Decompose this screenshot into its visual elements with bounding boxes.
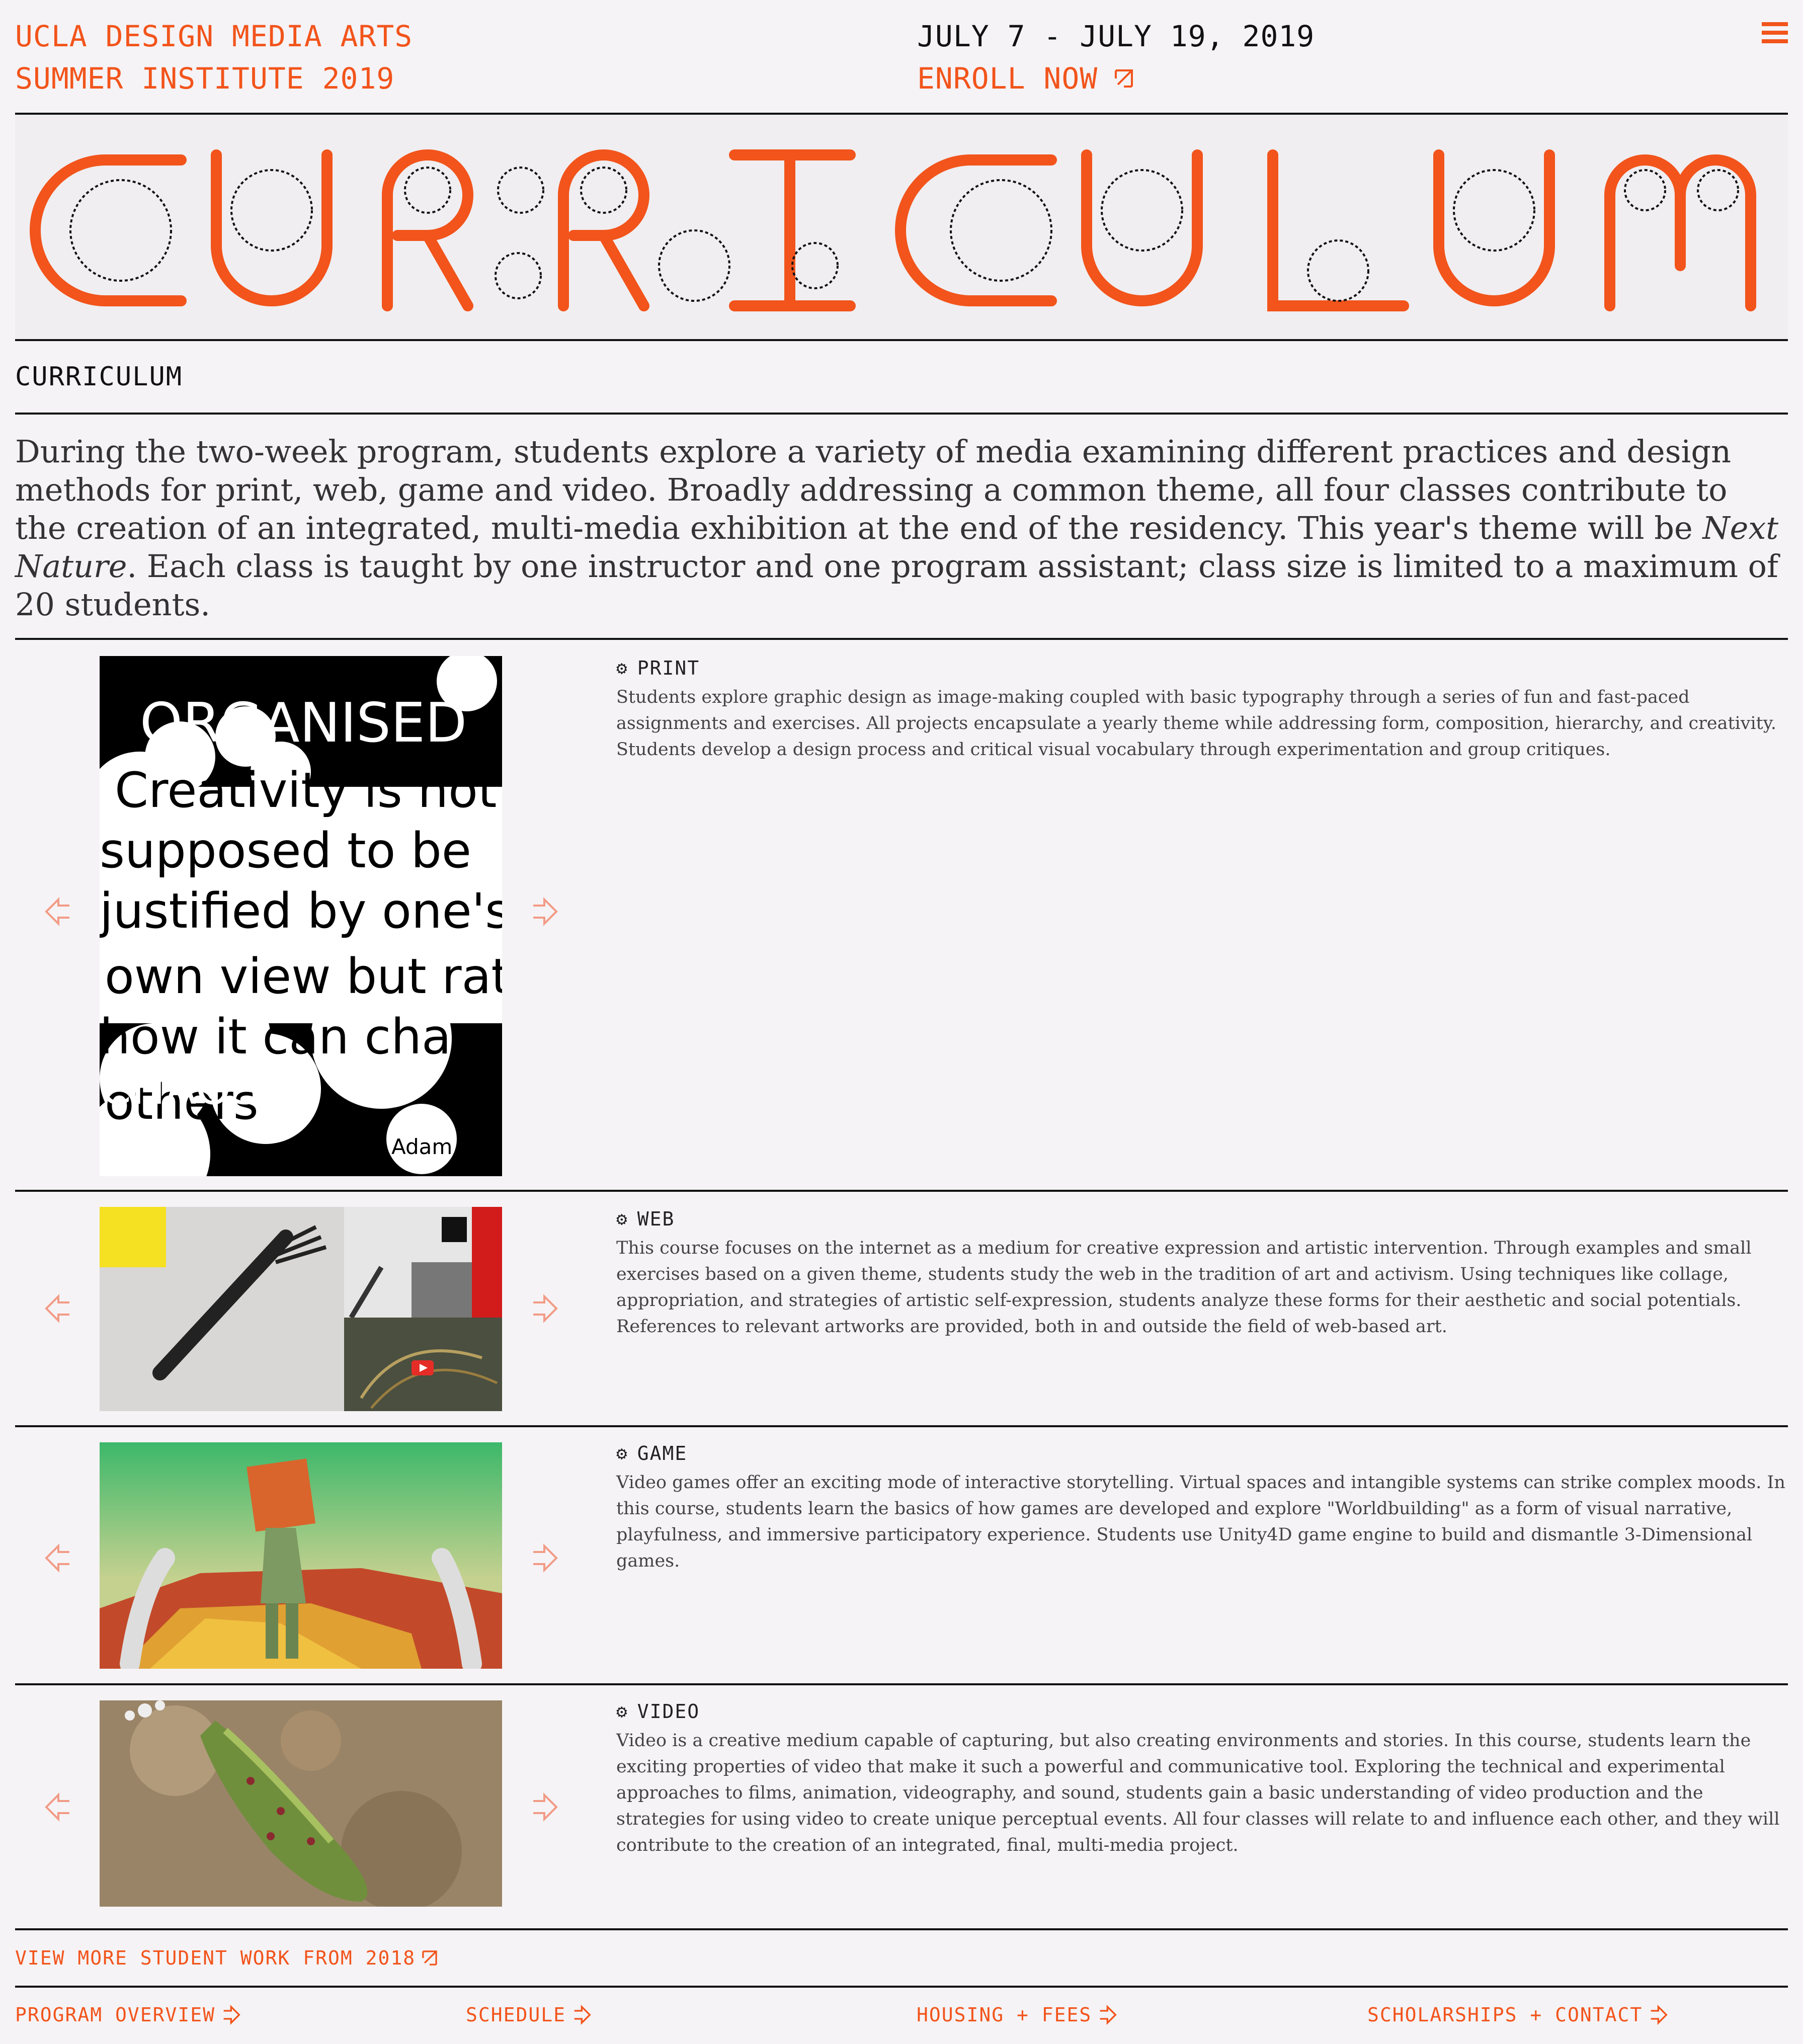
poster-text-line4: own view but rat bbox=[105, 948, 502, 1005]
arrow-right-icon bbox=[1651, 2005, 1668, 2025]
game-info: ⚙ GAME Video games offer an exciting mod… bbox=[616, 1442, 1788, 1574]
nav-scholarships-contact[interactable]: SCHOLARSHIPS + CONTACT bbox=[1367, 2004, 1668, 2026]
intro-text-after: . Each class is taught by one instructor… bbox=[15, 548, 1778, 623]
course-description: This course focuses on the internet as a… bbox=[616, 1238, 1752, 1337]
course-game: ⚙ GAME Video games offer an exciting mod… bbox=[15, 1427, 1788, 1685]
nav-housing-fees[interactable]: HOUSING + FEES bbox=[917, 2004, 1117, 2026]
arrow-left-icon[interactable] bbox=[44, 1792, 74, 1822]
external-link-icon bbox=[422, 1950, 437, 1966]
intro-paragraph: During the two-week program, students ex… bbox=[15, 415, 1788, 638]
arrow-left-icon[interactable] bbox=[44, 1293, 74, 1324]
poster-text-top: ORGANISED bbox=[140, 692, 467, 755]
course-name-label: WEB bbox=[637, 1208, 675, 1230]
view-more-student-work-link[interactable]: VIEW MORE STUDENT WORK FROM 2018 bbox=[15, 1930, 1788, 1986]
hamburger-menu-icon[interactable] bbox=[1762, 22, 1788, 43]
arrow-right-icon bbox=[574, 2005, 591, 2025]
intro-text-before: During the two-week program, students ex… bbox=[15, 433, 1731, 546]
gear-icon: ⚙ bbox=[616, 1443, 628, 1464]
poster-text-corner: CHAOS bbox=[100, 1062, 260, 1115]
course-video: ⚙ VIDEO Video is a creative medium capab… bbox=[15, 1685, 1788, 1930]
enroll-now-link[interactable]: ENROLL NOW bbox=[917, 57, 1315, 100]
course-description: Students explore graphic design as image… bbox=[616, 687, 1777, 760]
external-link-icon bbox=[1115, 69, 1133, 88]
video-info: ⚙ VIDEO Video is a creative medium capab… bbox=[616, 1700, 1788, 1858]
brand-line-2: SUMMER INSTITUTE 2019 bbox=[15, 61, 395, 96]
poster-text-line1: Creativity is not bbox=[115, 762, 497, 819]
site-brand[interactable]: UCLA DESIGN MEDIA ARTS SUMMER INSTITUTE … bbox=[15, 15, 413, 100]
course-web: ⚙ WEB This course focuses on the interne… bbox=[15, 1192, 1788, 1427]
brand-line-1: UCLA DESIGN MEDIA ARTS bbox=[15, 19, 413, 53]
course-name-label: VIDEO bbox=[637, 1700, 700, 1723]
site-header: UCLA DESIGN MEDIA ARTS SUMMER INSTITUTE … bbox=[15, 0, 1788, 113]
gear-icon: ⚙ bbox=[616, 658, 628, 679]
view-more-label: VIEW MORE STUDENT WORK FROM 2018 bbox=[15, 1947, 416, 1969]
course-description: Video games offer an exciting mode of in… bbox=[616, 1473, 1785, 1571]
game-carousel bbox=[15, 1427, 609, 1683]
arrow-right-icon[interactable] bbox=[528, 1293, 558, 1324]
arrow-right-icon bbox=[1100, 2005, 1117, 2025]
course-name-video: ⚙ VIDEO bbox=[616, 1700, 1788, 1723]
section-title: CURRICULUM bbox=[15, 362, 183, 392]
web-carousel bbox=[15, 1192, 609, 1425]
nav-program-overview[interactable]: PROGRAM OVERVIEW bbox=[15, 2004, 240, 2026]
nav-label: SCHOLARSHIPS + CONTACT bbox=[1367, 2004, 1643, 2026]
print-student-work-image[interactable]: ORGANISED Creativity is not supposed to … bbox=[100, 656, 502, 1176]
nav-label: HOUSING + FEES bbox=[917, 2004, 1092, 2026]
course-name-label: PRINT bbox=[637, 657, 700, 679]
course-print: ORGANISED Creativity is not supposed to … bbox=[15, 640, 1788, 1192]
course-description: Video is a creative medium capable of ca… bbox=[616, 1731, 1780, 1855]
poster-text-line2: supposed to be bbox=[100, 823, 471, 879]
footer-nav: PROGRAM OVERVIEW SCHEDULE HOUSING + FEES… bbox=[15, 1988, 1788, 2044]
gear-icon: ⚙ bbox=[616, 1208, 628, 1230]
poster-text-line5: how it can chang bbox=[100, 1009, 502, 1065]
arrow-right-icon[interactable] bbox=[528, 1543, 558, 1573]
print-info: ⚙ PRINT Students explore graphic design … bbox=[616, 657, 1788, 763]
course-name-web: ⚙ WEB bbox=[616, 1208, 1788, 1230]
course-name-game: ⚙ GAME bbox=[616, 1442, 1788, 1464]
nav-label: SCHEDULE bbox=[466, 2004, 566, 2026]
curriculum-hero-lettering bbox=[30, 149, 1756, 311]
program-dates-block: JULY 7 - JULY 19, 2019 ENROLL NOW bbox=[917, 15, 1315, 100]
course-name-label: GAME bbox=[637, 1442, 688, 1464]
nav-label: PROGRAM OVERVIEW bbox=[15, 2004, 216, 2026]
print-carousel: ORGANISED Creativity is not supposed to … bbox=[15, 640, 609, 1190]
web-student-work-image[interactable] bbox=[100, 1207, 502, 1411]
web-info: ⚙ WEB This course focuses on the interne… bbox=[616, 1208, 1788, 1340]
arrow-right-icon[interactable] bbox=[528, 1792, 558, 1822]
game-student-work-image[interactable] bbox=[100, 1442, 502, 1669]
enroll-now-label: ENROLL NOW bbox=[917, 61, 1098, 96]
curriculum-hero-graphic bbox=[15, 115, 1788, 339]
course-name-print: ⚙ PRINT bbox=[616, 657, 1788, 679]
program-dates: JULY 7 - JULY 19, 2019 bbox=[917, 19, 1315, 53]
nav-schedule[interactable]: SCHEDULE bbox=[466, 2004, 591, 2026]
arrow-left-icon[interactable] bbox=[44, 1543, 74, 1573]
video-student-work-image[interactable] bbox=[100, 1700, 502, 1907]
poster-author: Adam G bbox=[391, 1134, 475, 1159]
poster-text-line3: justified by one's bbox=[100, 883, 502, 939]
gear-icon: ⚙ bbox=[616, 1701, 628, 1722]
arrow-left-icon[interactable] bbox=[44, 896, 74, 927]
arrow-right-icon[interactable] bbox=[528, 896, 558, 927]
arrow-right-icon bbox=[223, 2005, 240, 2025]
video-carousel bbox=[15, 1685, 609, 1928]
